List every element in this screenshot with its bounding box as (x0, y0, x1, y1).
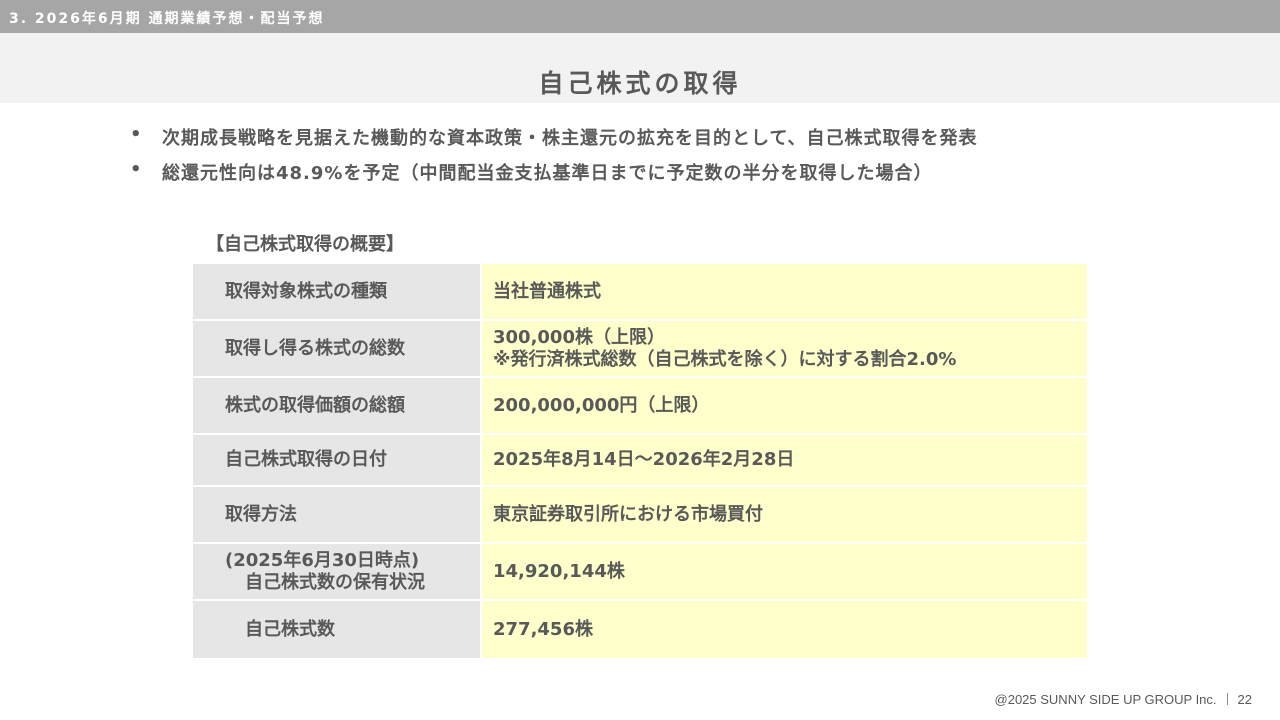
row-label-text: 取得方法 (225, 503, 297, 525)
row-value-note: ※発行済株式総数（自己株式を除く）に対する割合2.0% (493, 348, 957, 370)
section-label: 3. 2026年6月期 通期業績予想・配当予想 (9, 11, 325, 27)
table-row: (2025年6月30日時点) 自己株式数の保有状況 14,920,144株 (193, 544, 1087, 601)
row-label-text: 取得対象株式の種類 (225, 280, 387, 302)
row-value-text: 300,000株（上限） (493, 326, 665, 348)
row-label: 取得し得る株式の総数 (193, 321, 480, 376)
row-value: 14,920,144株 (482, 544, 1087, 599)
row-label-text: 自己株式取得の日付 (225, 449, 387, 470)
bullet-text: 次期成長戦略を見据えた機動的な資本政策・株主還元の拡充を目的として、自己株式取得… (162, 128, 978, 149)
row-label-line2: 自己株式数の保有状況 (245, 571, 425, 593)
row-value: 2025年8月14日～2026年2月28日 (482, 435, 1087, 485)
table-row: 自己株式数 277,456株 (193, 601, 1087, 658)
row-label: (2025年6月30日時点) 自己株式数の保有状況 (193, 544, 480, 599)
table-row: 取得し得る株式の総数 300,000株（上限） ※発行済株式総数（自己株式を除く… (193, 321, 1087, 378)
table-row: 取得対象株式の種類 当社普通株式 (193, 264, 1087, 321)
row-value: 300,000株（上限） ※発行済株式総数（自己株式を除く）に対する割合2.0% (482, 321, 1087, 376)
row-label: 自己株式数 (193, 601, 480, 658)
summary-table: 取得対象株式の種類 当社普通株式 取得し得る株式の総数 300,000株（上限）… (193, 264, 1087, 658)
row-value-text: 当社普通株式 (493, 280, 601, 302)
row-label: 取得対象株式の種類 (193, 264, 480, 319)
table-row: 株式の取得価額の総額 200,000,000円（上限） (193, 378, 1087, 435)
footer: @2025 SUNNY SIDE UP GROUP Inc. 22 (995, 692, 1252, 707)
row-label: 取得方法 (193, 487, 480, 542)
table-row: 取得方法 東京証券取引所における市場買付 (193, 487, 1087, 544)
footer-divider (1226, 693, 1228, 705)
row-value: 東京証券取引所における市場買付 (482, 487, 1087, 542)
copyright-text: @2025 SUNNY SIDE UP GROUP Inc. (994, 692, 1217, 707)
section-header-bar: 3. 2026年6月期 通期業績予想・配当予想 (0, 0, 1280, 33)
row-label: 株式の取得価額の総額 (193, 378, 480, 433)
page-title: 自己株式の取得 (538, 69, 742, 98)
row-label-text: 株式の取得価額の総額 (225, 394, 405, 416)
bullet-dot-icon: • (130, 159, 143, 180)
row-value: 277,456株 (482, 601, 1087, 658)
row-label-line1: (2025年6月30日時点) (225, 549, 420, 571)
row-value: 200,000,000円（上限） (482, 378, 1087, 433)
row-value: 当社普通株式 (482, 264, 1087, 319)
row-label-text: 自己株式数 (245, 618, 335, 640)
row-value-text: 277,456株 (493, 618, 593, 640)
page-number: 22 (1237, 692, 1252, 707)
row-value-text: 14,920,144株 (493, 560, 625, 582)
row-value-text: 2025年8月14日～2026年2月28日 (493, 449, 795, 470)
row-label: 自己株式取得の日付 (193, 435, 480, 485)
row-value-text: 東京証券取引所における市場買付 (493, 503, 763, 525)
row-value-text: 200,000,000円（上限） (493, 394, 710, 416)
table-row: 自己株式取得の日付 2025年8月14日～2026年2月28日 (193, 435, 1087, 487)
bullet-dot-icon: • (130, 124, 143, 145)
bullet-text: 総還元性向は48.9%を予定（中間配当金支払基準日までに予定数の半分を取得した場… (162, 163, 933, 184)
row-label-text: 取得し得る株式の総数 (225, 337, 405, 359)
summary-heading: 【自己株式取得の概要】 (206, 234, 404, 255)
